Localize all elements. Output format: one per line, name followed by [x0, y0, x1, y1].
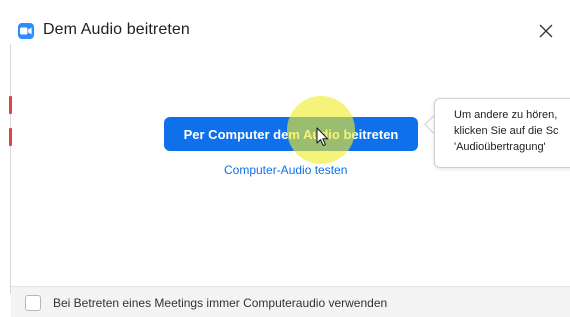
close-icon[interactable]: [539, 24, 553, 38]
background-window-marker: [9, 128, 12, 146]
join-audio-screen: Dem Audio beitreten Per Computer dem Aud…: [0, 0, 570, 317]
tooltip-line: klicken Sie auf die Sc: [454, 125, 559, 137]
tooltip-line: 'Audioübertragung': [454, 141, 546, 153]
title-bar: Dem Audio beitreten: [0, 0, 570, 44]
join-computer-audio-button[interactable]: Per Computer dem Audio beitreten: [164, 117, 418, 151]
window-title: Dem Audio beitreten: [43, 21, 190, 38]
tooltip-line: Um andere zu hören,: [454, 109, 558, 121]
zoom-camera-glyph: [20, 27, 32, 35]
footer-bar: Bei Betreten eines Meetings immer Comput…: [11, 286, 570, 317]
audio-hint-tooltip: Um andere zu hören, klicken Sie auf die …: [434, 98, 570, 168]
background-window-marker: [9, 96, 12, 114]
background-window-edge: [10, 44, 11, 294]
close-button[interactable]: [532, 17, 560, 45]
zoom-camera-icon: [18, 23, 34, 39]
always-computer-audio-checkbox[interactable]: [25, 295, 41, 311]
test-computer-audio-link[interactable]: Computer-Audio testen: [224, 163, 347, 177]
always-computer-audio-label[interactable]: Bei Betreten eines Meetings immer Comput…: [53, 296, 387, 310]
